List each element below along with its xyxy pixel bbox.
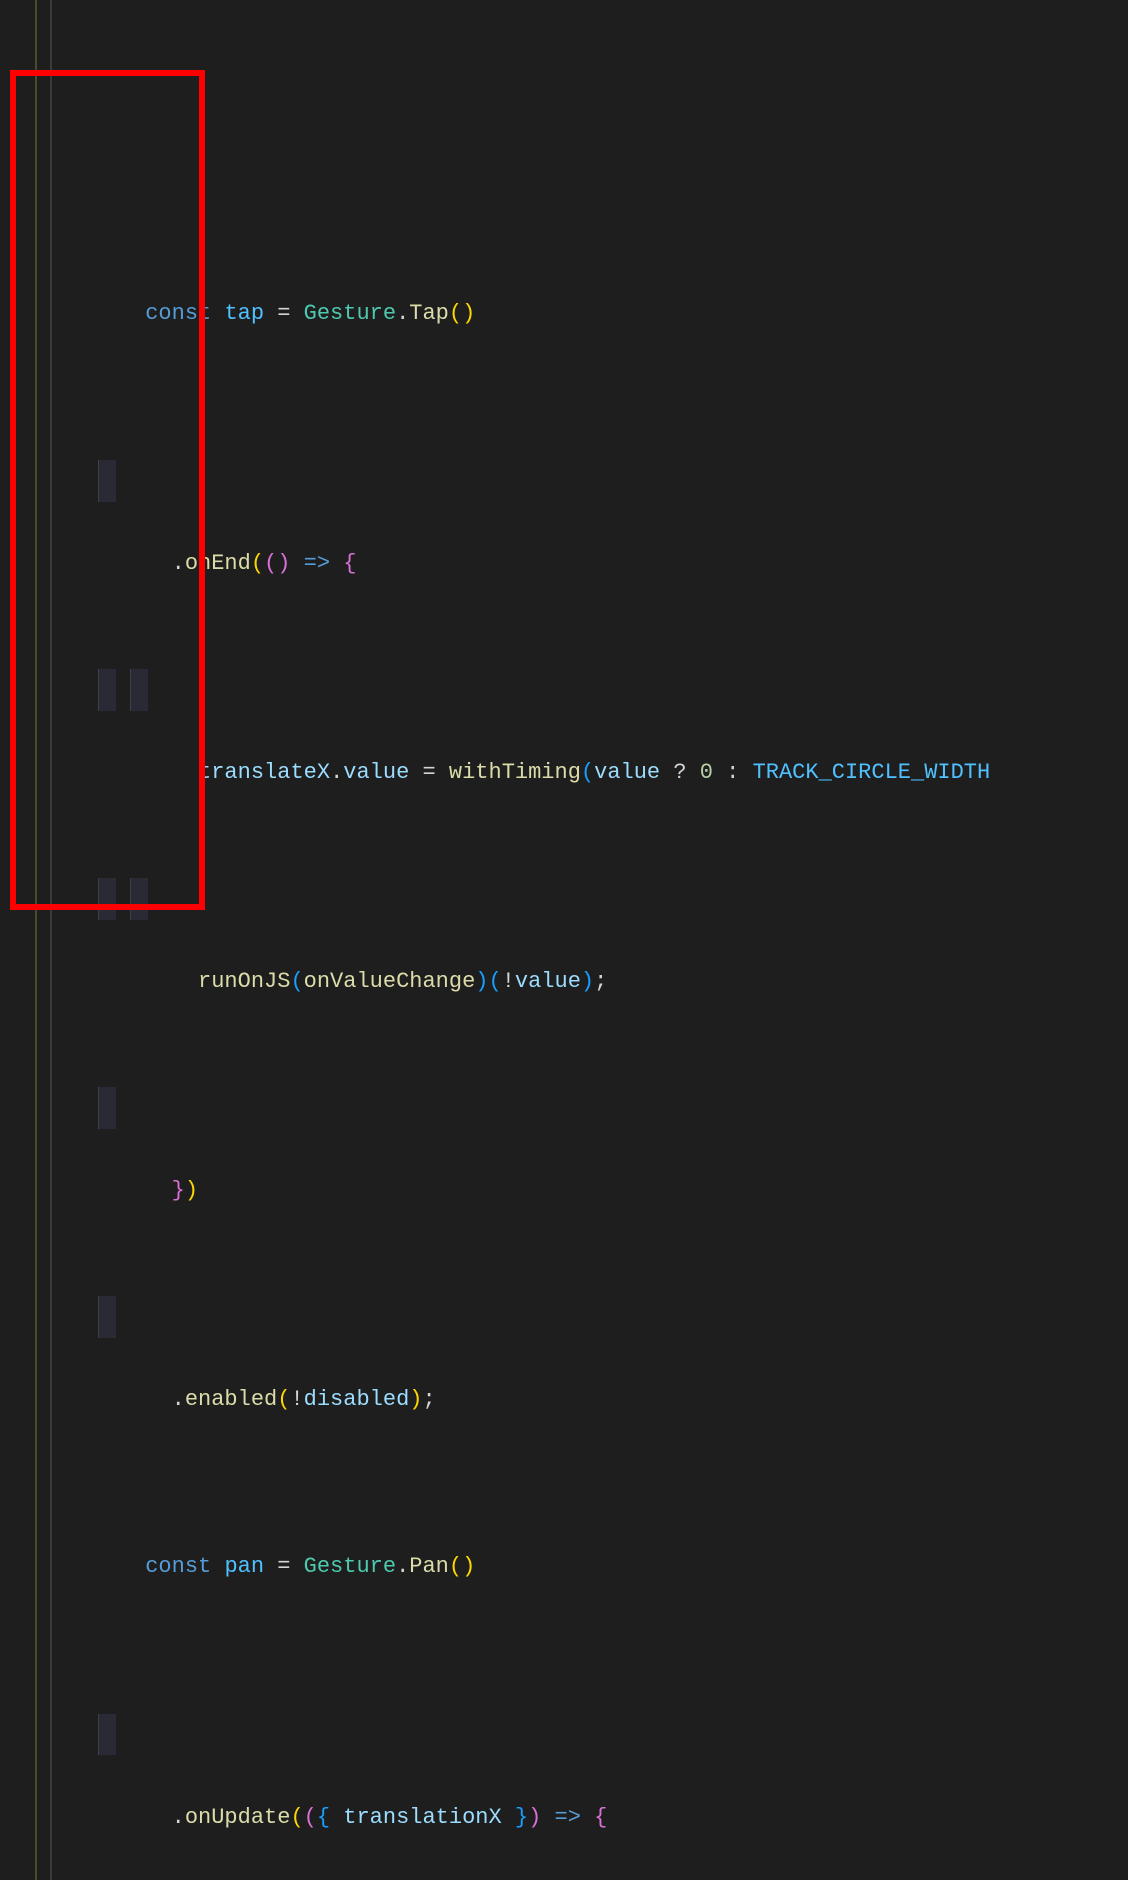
fn-withtiming: withTiming	[449, 760, 581, 785]
class-gesture: Gesture	[304, 301, 396, 326]
code-line[interactable]: const pan = Gesture.Pan()	[30, 1505, 1128, 1547]
code-line[interactable]: translateX.value = withTiming(value ? 0 …	[30, 669, 1128, 711]
code-line[interactable]: .onUpdate(({ translationX }) => {	[30, 1714, 1128, 1756]
param-translationx: translationX	[343, 1805, 501, 1830]
method-pan: Pan	[409, 1554, 449, 1579]
method-onend: onEnd	[185, 551, 251, 576]
var-translatex: translateX	[198, 760, 330, 785]
code-line[interactable]: runOnJS(onValueChange)(!value);	[30, 878, 1128, 920]
const-track-circle-width: TRACK_CIRCLE_WIDTH	[753, 760, 991, 785]
code-line[interactable]: const tap = Gesture.Tap()	[30, 251, 1128, 293]
method-onupdate: onUpdate	[185, 1805, 291, 1830]
var-pan: pan	[224, 1554, 264, 1579]
code-line[interactable]: .onEnd(() => {	[30, 460, 1128, 502]
code-line[interactable]: })	[30, 1087, 1128, 1129]
keyword-const: const	[145, 301, 211, 326]
method-tap: Tap	[409, 301, 449, 326]
fn-runonjs: runOnJS	[198, 969, 290, 994]
code-line[interactable]: .enabled(!disabled);	[30, 1296, 1128, 1338]
method-enabled: enabled	[185, 1387, 277, 1412]
code-editor[interactable]: const tap = Gesture.Tap() .onEnd(() => {…	[0, 0, 1128, 1880]
var-tap: tap	[224, 301, 264, 326]
